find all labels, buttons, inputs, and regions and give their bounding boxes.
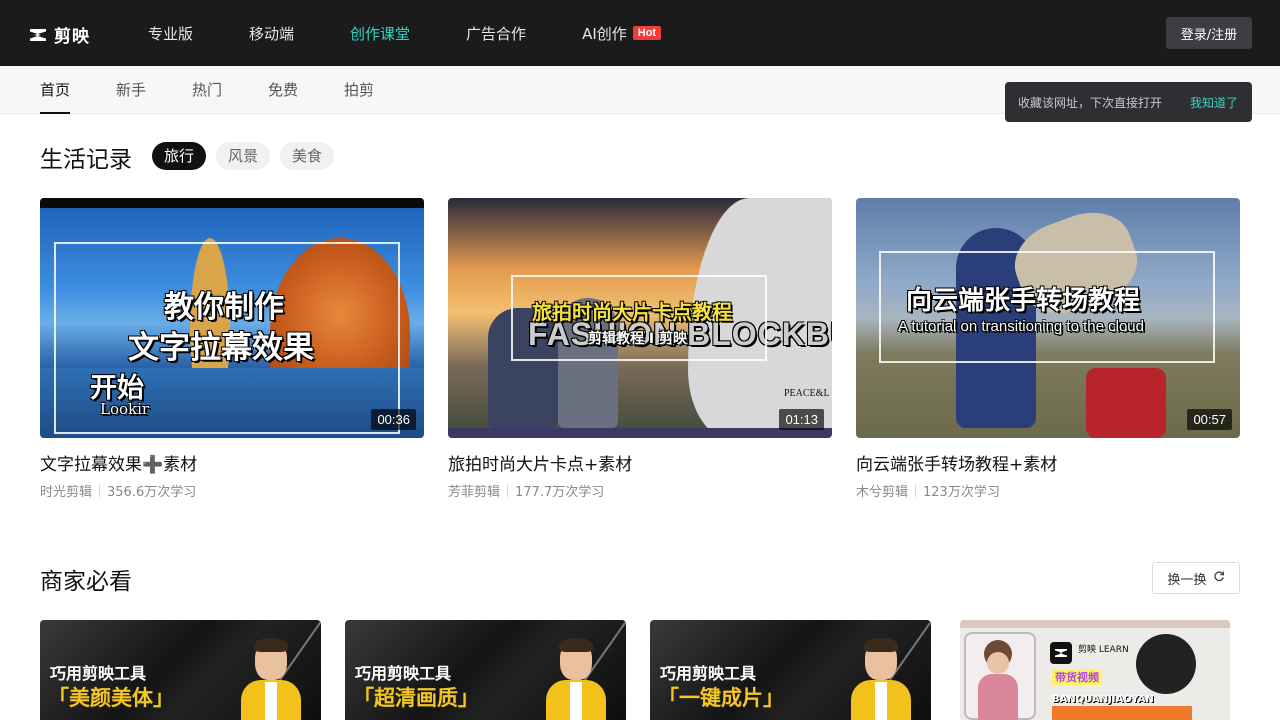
filter-scenery[interactable]: 风景 [216,142,271,170]
video-card[interactable]: 教你制作 文字拉幕效果 开始 Lookir 00:36 文字拉幕效果➕素材 时光… [40,198,424,500]
nav-ai-creation[interactable]: AI创作 Hot [582,23,662,44]
section-title-business: 商家必看 [40,569,132,595]
video-meta: 时光剪辑 356.6万次学习 [40,481,424,500]
thumbnail-text: Lookir [100,400,150,418]
thumbnail-text: 教你制作 [164,290,284,325]
refresh-icon [1213,570,1225,586]
author-name[interactable]: 芳菲剪辑 [448,481,500,500]
thumbnail-text: 巧用剪映工具 [355,664,452,683]
view-count: 356.6万次学习 [107,485,197,500]
video-meta: 芳菲剪辑 177.7万次学习 [448,481,832,500]
main-nav: 专业版 移动端 创作课堂 广告合作 AI创作 Hot [148,0,717,66]
video-duration: 00:57 [1187,409,1232,430]
nav-mobile[interactable]: 移动端 [249,23,294,44]
thumbnail-text: 「一键成片」 [658,686,784,710]
thumbnail-text: 「美颜美体」 [48,686,174,710]
swap-label: 换一换 [1167,572,1207,588]
nav-label: AI创作 [582,24,627,43]
capcut-logo[interactable]: 剪映 [28,22,90,47]
capcut-logo-icon [28,25,48,45]
presenter-image [241,638,301,720]
divider [507,484,509,497]
swap-batch-button[interactable]: 换一换 [1152,562,1240,594]
thumbnail-text: 旅拍时尚大片卡点教程 [532,300,732,324]
video-thumbnail: FASHION BLOCKBUS 旅拍时尚大片卡点教程 剪辑教程 I 剪映 PE… [448,198,832,438]
author-name[interactable]: 时光剪辑 [40,481,92,500]
filter-food[interactable]: 美食 [280,142,335,170]
thumbnail-text: PEACE&L [784,388,830,399]
divider [99,484,101,497]
author-name[interactable]: 木兮剪辑 [856,481,908,500]
business-video-card[interactable]: 巧用剪映工具 「超清画质」 [345,620,626,720]
nav-label: 广告合作 [466,24,527,43]
video-duration: 00:36 [371,409,416,430]
thumbnail-text: 剪辑教程 I 剪映 [588,331,687,347]
top-navigation-bar: 剪映 专业版 移动端 创作课堂 广告合作 AI创作 Hot 登录/注册 [0,0,1280,66]
filter-travel[interactable]: 旅行 [152,142,207,170]
tab-beginner[interactable]: 新手 [116,66,146,114]
video-thumbnail: 教你制作 文字拉幕效果 开始 Lookir 00:36 [40,198,424,438]
nav-label: 移动端 [249,24,295,43]
video-title[interactable]: 文字拉幕效果➕素材 [40,450,424,475]
video-meta: 木兮剪辑 123万次学习 [856,481,1240,500]
tab-home[interactable]: 首页 [40,66,71,114]
bookmark-tip-toast: 收藏该网址，下次直接打开 我知道了 [1005,82,1252,122]
capcut-app-icon [1050,642,1072,664]
presenter-image [851,638,911,720]
video-card[interactable]: 向云端张手转场教程 A tutorial on transitioning to… [856,198,1240,500]
thumbnail-text: A tutorial on transitioning to the cloud [898,318,1144,335]
video-duration: 01:13 [779,409,824,430]
thumbnail-text: BANQUANJIAOYAN [1052,694,1154,705]
toast-text: 收藏该网址，下次直接打开 [1018,95,1163,110]
tab-free[interactable]: 免费 [268,66,298,114]
thumbnail-banner [1052,706,1192,720]
hot-badge: Hot [632,26,662,40]
nav-label: 专业版 [148,24,194,43]
thumbnail-text: 巧用剪映工具 [50,664,147,683]
presenter-image [546,638,606,720]
nav-label: 创作课堂 [350,24,411,43]
business-video-card[interactable]: 巧用剪映工具 「一键成片」 [650,620,931,720]
login-register-button[interactable]: 登录/注册 [1166,17,1252,49]
business-video-card[interactable]: 剪映 LEARN 带货视频 BANQUANJIAOYAN [960,620,1230,720]
view-count: 123万次学习 [923,485,1000,500]
thumbnail-text: 文字拉幕效果 [128,330,314,366]
nav-ad-cooperation[interactable]: 广告合作 [466,23,526,44]
tab-shoot-edit[interactable]: 拍剪 [344,66,374,114]
toast-dismiss-button[interactable]: 我知道了 [1190,94,1238,111]
nav-creation-class[interactable]: 创作课堂 [350,23,410,44]
thumbnail-text: 剪映 LEARN [1078,645,1129,655]
divider [915,484,917,497]
video-title[interactable]: 向云端张手转场教程+素材 [856,450,1240,475]
nav-pro-version[interactable]: 专业版 [148,23,193,44]
video-thumbnail: 向云端张手转场教程 A tutorial on transitioning to… [856,198,1240,438]
video-title[interactable]: 旅拍时尚大片卡点+素材 [448,450,832,475]
thumbnail-text: 向云端张手转场教程 [906,286,1141,316]
video-card[interactable]: FASHION BLOCKBUS 旅拍时尚大片卡点教程 剪辑教程 I 剪映 PE… [448,198,832,500]
thumbnail-text: 巧用剪映工具 [660,664,757,683]
presenter-image [978,640,1018,720]
view-count: 177.7万次学习 [515,485,605,500]
tab-popular[interactable]: 热门 [192,66,222,114]
studio-light [1136,634,1196,694]
logo-text: 剪映 [54,27,90,47]
thumbnail-text: 带货视频 [1052,669,1102,685]
business-video-card[interactable]: 巧用剪映工具 「美颜美体」 [40,620,321,720]
thumbnail-text: 「超清画质」 [353,686,479,710]
section-title-life: 生活记录 [40,147,132,173]
